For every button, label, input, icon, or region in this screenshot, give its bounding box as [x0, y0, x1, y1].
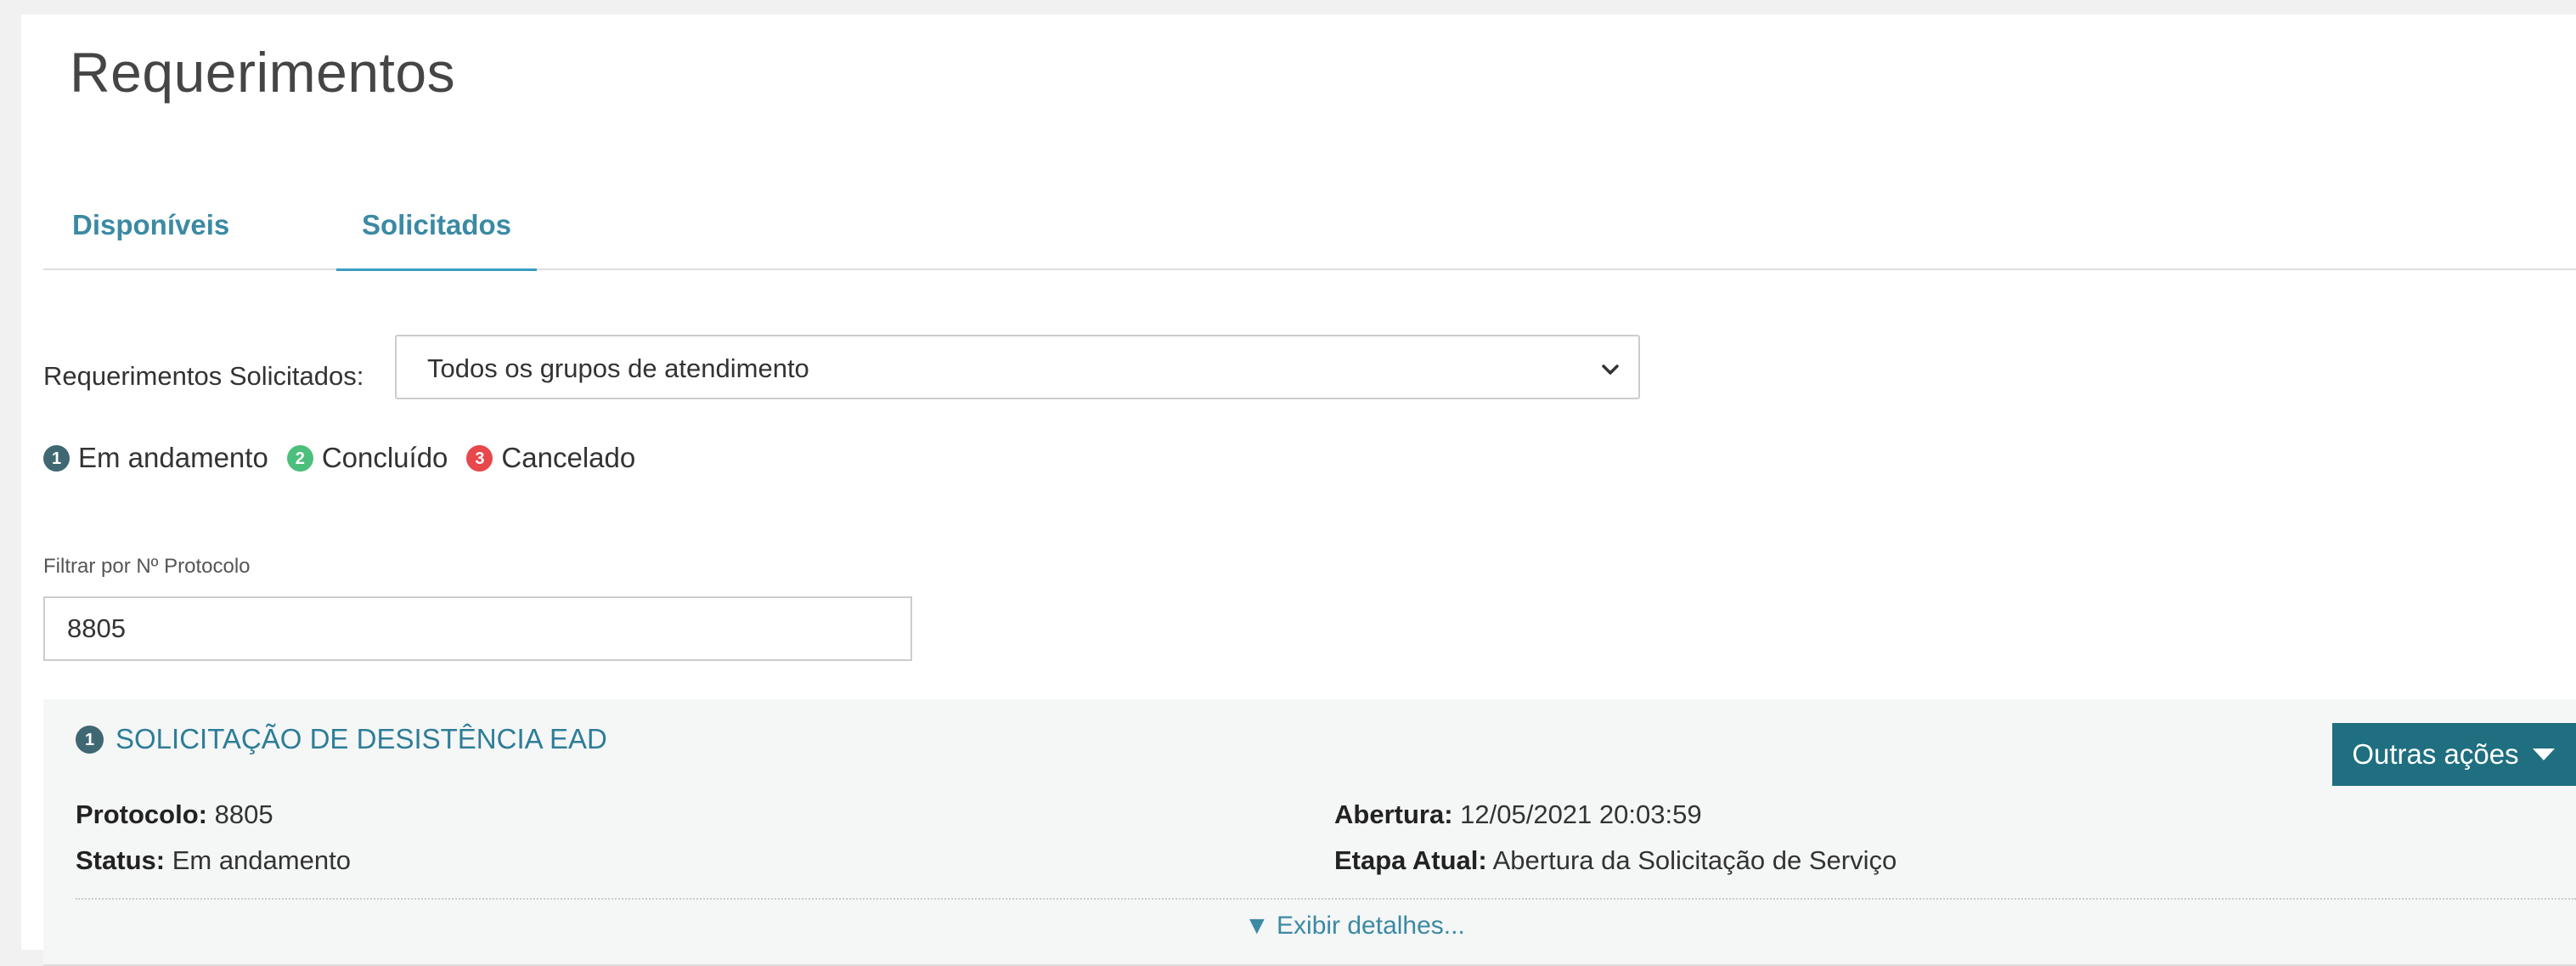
stage-field-value: Abertura da Solicitação de Serviço [1493, 845, 1897, 875]
card-divider [76, 898, 2576, 900]
legend-item-cancelado: 3 Cancelado [466, 442, 635, 474]
tab-solicitados[interactable]: Solicitados [336, 180, 537, 271]
protocol-filter-label: Filtrar por Nº Protocolo [43, 555, 251, 579]
stage-field: Etapa Atual: Abertura da Solicitação de … [1334, 845, 1897, 876]
group-filter-label: Requerimentos Solicitados: [43, 361, 364, 392]
legend-label: Cancelado [501, 442, 635, 474]
protocol-field-value: 8805 [215, 799, 273, 829]
protocol-field-label: Protocolo: [76, 799, 207, 829]
request-title[interactable]: 1 SOLICITAÇÃO DE DESISTÊNCIA EAD [76, 723, 607, 755]
request-card: 1 SOLICITAÇÃO DE DESISTÊNCIA EAD Outras … [43, 699, 2576, 966]
status-badge-3: 3 [466, 445, 493, 472]
protocol-field: Protocolo: 8805 [76, 799, 273, 830]
stage-field-label: Etapa Atual: [1334, 845, 1487, 875]
opened-field-label: Abertura: [1334, 799, 1453, 829]
page-title: Requerimentos [70, 40, 455, 105]
group-filter-select[interactable]: Todos os grupos de atendimento [395, 335, 1640, 399]
group-filter-value: Todos os grupos de atendimento [427, 353, 809, 384]
other-actions-button[interactable]: Outras ações [2332, 723, 2576, 786]
chevron-down-icon [1599, 359, 1621, 381]
tab-disponiveis[interactable]: Disponíveis [72, 180, 229, 268]
other-actions-label: Outras ações [2352, 738, 2518, 771]
show-details-link[interactable]: ▼ Exibir detalhes... [1244, 912, 1465, 941]
status-badge: 1 [76, 726, 104, 754]
page-container: Requerimentos Disponíveis Solicitados Re… [21, 14, 2576, 950]
status-badge-1: 1 [43, 445, 70, 472]
status-badge-2: 2 [287, 445, 313, 472]
status-field: Status: Em andamento [76, 845, 351, 876]
legend-label: Em andamento [78, 442, 268, 474]
tab-bar: Disponíveis Solicitados [43, 180, 2576, 270]
status-legend: 1 Em andamento 2 Concluído 3 Cancelado [43, 441, 654, 475]
status-field-label: Status: [76, 845, 165, 875]
legend-item-em-andamento: 1 Em andamento [43, 442, 268, 474]
opened-field: Abertura: 12/05/2021 20:03:59 [1334, 799, 1702, 830]
legend-item-concluido: 2 Concluído [287, 442, 448, 474]
caret-down-icon [2531, 746, 2556, 763]
opened-field-value: 12/05/2021 20:03:59 [1460, 799, 1701, 829]
status-field-value: Em andamento [172, 845, 351, 875]
legend-label: Concluído [322, 442, 448, 474]
protocol-filter-input[interactable] [43, 596, 912, 661]
request-title-text: SOLICITAÇÃO DE DESISTÊNCIA EAD [116, 723, 607, 755]
